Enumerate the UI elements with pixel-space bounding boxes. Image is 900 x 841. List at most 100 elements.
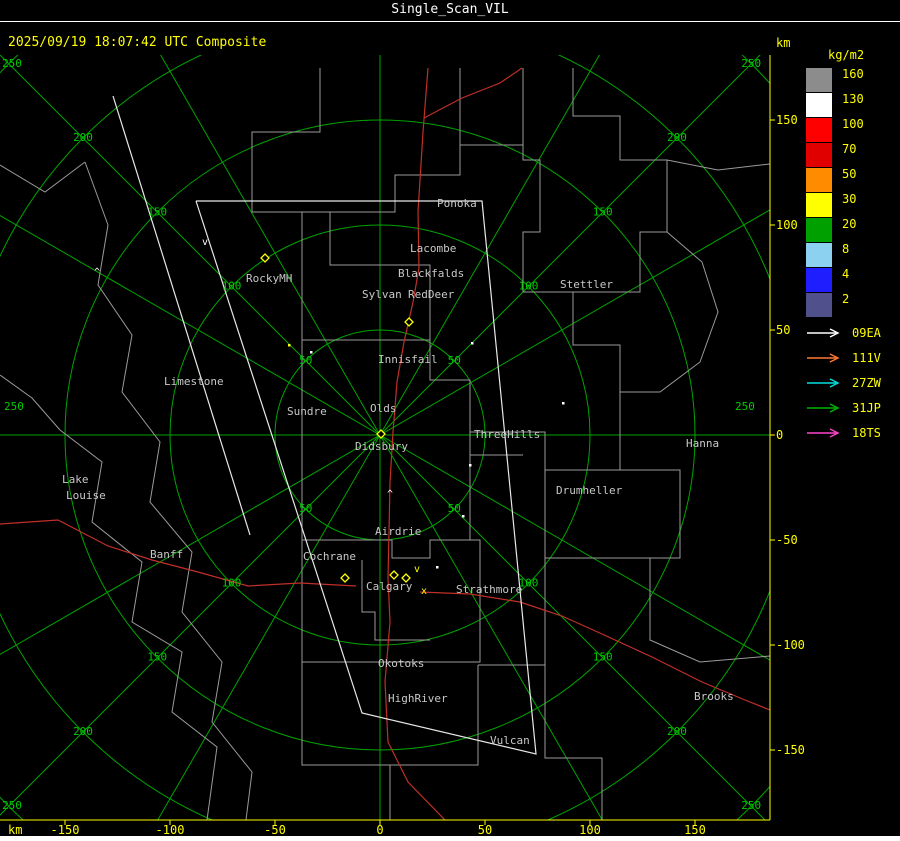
site-marker <box>404 317 414 327</box>
county-boundary <box>302 144 523 213</box>
legend-swatch <box>806 268 832 292</box>
range-label: 250 <box>2 799 22 812</box>
storm-marker <box>288 344 291 347</box>
city-label: Drumheller <box>556 484 623 497</box>
legend-unit-label: kg/m2 <box>828 48 865 62</box>
legend-entry: 130 <box>806 93 896 118</box>
range-label: 250 <box>735 400 755 413</box>
window-title: Single_Scan_VIL <box>391 2 509 17</box>
track-id: 111V <box>852 350 881 365</box>
county-boundary <box>0 161 86 193</box>
storm-marker: v <box>414 564 420 575</box>
range-label: 50 <box>448 354 461 367</box>
city-label: Okotoks <box>378 657 424 670</box>
track-legend-entry: 31JP <box>806 395 896 420</box>
city-label: RockyMH <box>246 272 292 285</box>
legend-swatch <box>806 93 832 117</box>
legend-swatch <box>806 118 832 142</box>
range-label: 100 <box>222 576 242 589</box>
track-id: 27ZW <box>852 375 881 390</box>
bottom-axis-label: -100 <box>156 823 185 837</box>
bottom-axis-label: 50 <box>478 823 492 837</box>
bottom-border <box>0 836 900 841</box>
right-axis-label: 50 <box>776 323 790 337</box>
range-label: 150 <box>593 651 613 664</box>
bottom-axis-unit-label: km <box>8 823 22 837</box>
bottom-axis-label: 150 <box>684 823 706 837</box>
city-label: Innisfail <box>378 353 438 366</box>
radar-app-window: Single_Scan_VIL 2025/09/19 18:07:42 UTC … <box>0 0 900 841</box>
county-boundary <box>84 161 253 820</box>
track-id: 31JP <box>852 400 881 415</box>
legend-entry: 2 <box>806 293 896 318</box>
storm-marker <box>471 342 474 345</box>
legend-swatch <box>806 68 832 92</box>
city-label: Hanna <box>686 437 719 450</box>
range-label: 50 <box>299 502 312 515</box>
legend-value: 20 <box>842 217 857 231</box>
right-axis-label: -100 <box>776 638 805 652</box>
city-label: HighRiver <box>388 692 448 705</box>
radar-map-canvas[interactable]: Ponoka Lacombe Blackfalds Sylvan RedDeer Stet… <box>0 55 805 841</box>
storm-marker: x <box>421 586 427 597</box>
county-boundary <box>666 159 770 171</box>
storm-marker <box>462 515 465 518</box>
legend-entry: 4 <box>806 268 896 293</box>
legend-value: 2 <box>842 292 850 306</box>
site-marker <box>340 573 350 583</box>
city-label: Sylvan <box>362 288 402 301</box>
legend-value: 130 <box>842 92 864 106</box>
city-label: Didsbury <box>355 440 408 453</box>
track-arrow-icon <box>807 377 840 388</box>
legend-value: 70 <box>842 142 857 156</box>
track-arrow-icon <box>807 352 840 363</box>
city-label: Limestone <box>164 375 224 388</box>
track-legend: 09EA 111V 27ZW 31JP 18TS <box>806 320 896 445</box>
legend-entry: 30 <box>806 193 896 218</box>
city-label: Blackfalds <box>398 267 464 280</box>
storm-marker: v <box>202 237 208 248</box>
county-boundary <box>478 558 546 666</box>
range-label: 150 <box>593 205 613 218</box>
city-label: Olds <box>370 402 397 415</box>
city-label: Lacombe <box>410 242 456 255</box>
city-label: Strathmore <box>456 583 522 596</box>
city-label: Banff <box>150 548 183 561</box>
county-boundary <box>390 665 479 766</box>
city-label: Louise <box>66 489 106 502</box>
storm-marker: ^ <box>387 489 393 500</box>
storm-marker: ^ <box>94 267 100 278</box>
right-axis-label: 0 <box>776 428 783 442</box>
track-id: 09EA <box>852 325 881 340</box>
legend-value: 100 <box>842 117 864 131</box>
range-label: 200 <box>73 131 93 144</box>
city-label: Sundre <box>287 405 327 418</box>
highway-line <box>423 67 523 119</box>
range-label: 100 <box>222 280 242 293</box>
storm-marker <box>469 464 472 467</box>
right-axis-unit-label: km <box>776 36 791 50</box>
timestamp-label: 2025/09/19 18:07:42 UTC Composite <box>8 35 267 50</box>
legend-swatch <box>806 243 832 267</box>
city-label: Stettler <box>560 278 613 291</box>
range-label: 250 <box>741 799 761 812</box>
county-boundary <box>522 68 621 392</box>
legend-value: 8 <box>842 242 850 256</box>
legend-swatch <box>806 218 832 242</box>
city-label: ThreeHills <box>474 428 540 441</box>
bottom-axis-label: 100 <box>579 823 601 837</box>
county-boundary <box>251 68 321 213</box>
range-label: 200 <box>73 725 93 738</box>
county-boundary <box>572 68 668 293</box>
track-legend-entry: 27ZW <box>806 370 896 395</box>
legend-swatch <box>806 193 832 217</box>
right-axis-label: -50 <box>776 533 798 547</box>
range-label: 250 <box>4 400 24 413</box>
range-label: 150 <box>147 205 167 218</box>
map-layer: Ponoka Lacombe Blackfalds Sylvan RedDeer Stet… <box>0 55 770 820</box>
range-label: 50 <box>299 354 312 367</box>
legend-swatch <box>806 168 832 192</box>
storm-marker <box>562 402 565 405</box>
legend-value: 4 <box>842 267 850 281</box>
legend-swatch <box>806 143 832 167</box>
